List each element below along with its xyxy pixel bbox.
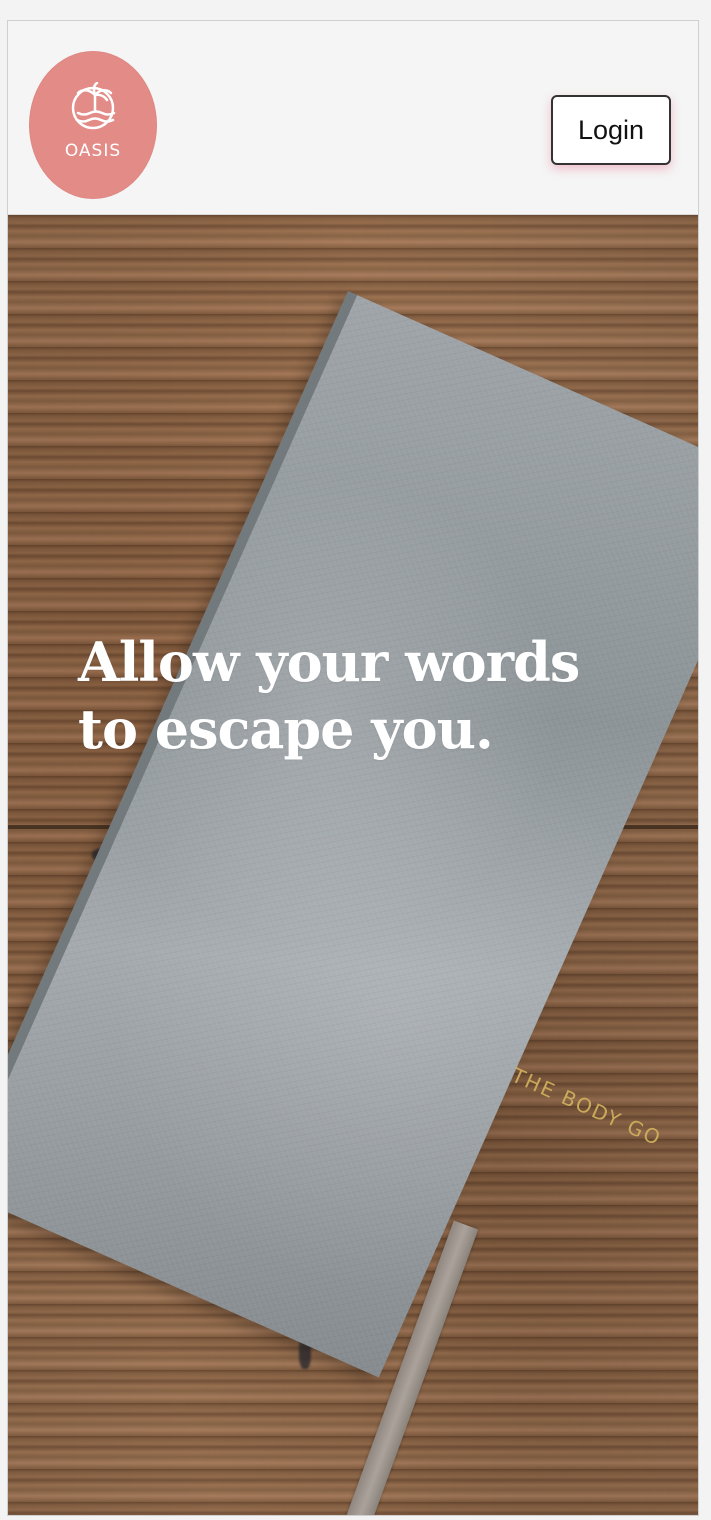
login-button[interactable]: Login xyxy=(551,95,671,165)
site-header: OASIS Login xyxy=(8,21,698,215)
oasis-logo[interactable]: OASIS xyxy=(29,51,157,199)
hero-headline-line-2: to escape you. xyxy=(78,697,494,761)
palm-tree-sun-waves-icon xyxy=(62,81,124,139)
hero-section: THE BODY GO Allow your words to escape y… xyxy=(8,215,698,1515)
mobile-page-frame: OASIS Login THE BODY GO Allow your words… xyxy=(7,20,699,1516)
hero-headline-line-1: Allow your words xyxy=(78,630,580,694)
hero-headline: Allow your words to escape you. xyxy=(78,629,688,763)
logo-text: OASIS xyxy=(64,140,122,161)
